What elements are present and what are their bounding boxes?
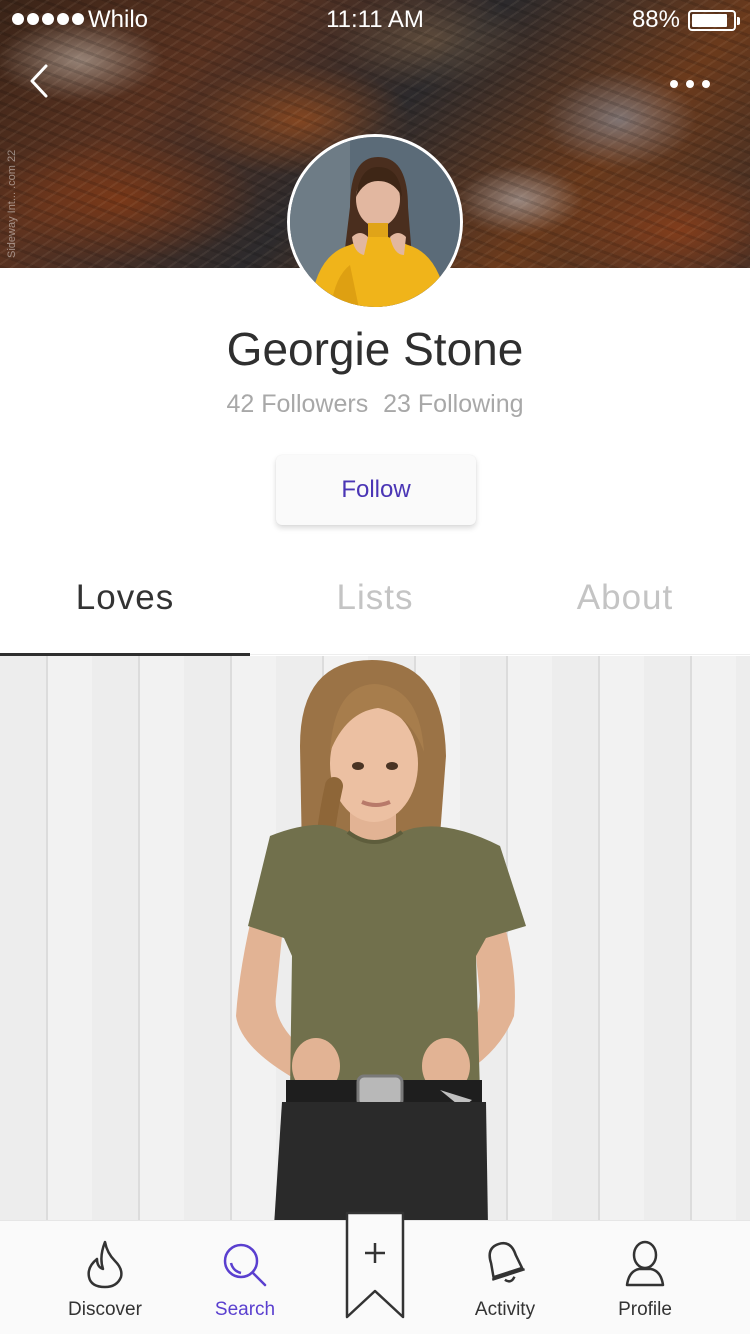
tab-about[interactable]: About [500,578,750,618]
nav-label: Discover [68,1299,142,1320]
following-count[interactable]: 23 Following [383,390,523,418]
profile-tabs: Loves Lists About [0,560,750,656]
search-icon [223,1243,267,1287]
follow-stats: 42 Followers 23 Following [0,390,750,419]
nav-activity[interactable]: Activity [435,1221,575,1334]
nav-profile[interactable]: Profile [575,1221,715,1334]
tab-lists[interactable]: Lists [250,578,500,618]
model-photo [236,660,526,1226]
nav-discover[interactable]: Discover [35,1221,175,1334]
follow-button[interactable]: Follow [276,455,476,525]
chevron-left-icon [30,64,48,98]
status-bar: Whilo 11:11 AM 88% [0,0,750,40]
nav-label: Search [214,1299,276,1320]
nav-label: Activity [474,1299,536,1320]
bottom-nav: Discover Search Activity Profile [0,1211,750,1334]
flame-icon [87,1240,123,1289]
back-button[interactable] [22,58,62,104]
battery-percent: 88% [631,6,680,33]
loved-item-photo[interactable] [0,656,750,1226]
followers-count[interactable]: 42 Followers [226,390,368,418]
profile-name: Georgie Stone [226,323,524,375]
bookmark-add-shape [345,1211,405,1319]
more-dots-icon [670,80,678,88]
person-icon [625,1240,665,1287]
add-button[interactable] [345,1211,405,1321]
nav-label: Profile [618,1299,672,1320]
bell-icon [488,1241,525,1283]
avatar-photo [290,137,460,307]
nav-search[interactable]: Search [175,1221,315,1334]
more-options-button[interactable] [670,72,720,96]
battery-icon [688,10,740,31]
cover-watermark: Sideway Int... .com 22 [6,149,18,258]
tab-loves[interactable]: Loves [0,578,250,618]
avatar[interactable] [287,134,463,310]
